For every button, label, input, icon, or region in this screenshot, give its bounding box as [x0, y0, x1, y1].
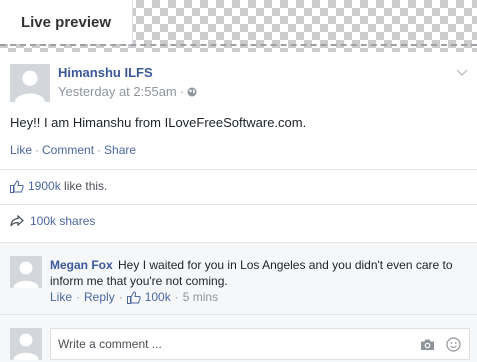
post-text: Hey!! I am Himanshu from ILoveFreeSoftwa…: [10, 115, 307, 130]
comment-author[interactable]: Megan Fox: [50, 258, 113, 272]
tab-divider: [0, 44, 477, 52]
post-header: Himanshu ILFS Yesterday at 2:55am ·: [10, 64, 470, 104]
divider: [0, 314, 477, 315]
comments-section: Megan Fox Hey I waited for you in Los An…: [0, 242, 477, 362]
shares-summary[interactable]: 100k shares: [10, 214, 95, 228]
tab-live-preview-label: Live preview: [20, 13, 112, 31]
divider: [0, 242, 477, 243]
live-preview-root: Live preview Himanshu ILFS Yesterday at …: [0, 0, 477, 362]
action-separator: ·: [76, 290, 81, 304]
divider: [0, 169, 477, 170]
meta-separator: ·: [179, 84, 185, 99]
comment-link[interactable]: Comment: [42, 143, 94, 157]
chevron-down-icon[interactable]: [456, 68, 468, 78]
comment-input-box[interactable]: [50, 328, 470, 360]
default-avatar-icon: [10, 256, 42, 288]
emoji-icon[interactable]: [446, 337, 461, 352]
post-card: Himanshu ILFS Yesterday at 2:55am · Hey!…: [0, 52, 477, 362]
default-avatar-icon: [11, 64, 49, 102]
share-link[interactable]: Share: [104, 143, 136, 157]
action-separator: ·: [35, 143, 40, 157]
avatar[interactable]: [10, 256, 42, 288]
avatar[interactable]: [10, 64, 50, 102]
comment-likes-count[interactable]: 100k: [145, 290, 171, 304]
comment-input[interactable]: [58, 337, 388, 351]
comment-body: Megan Fox Hey I waited for you in Los An…: [50, 257, 460, 289]
action-separator: ·: [174, 290, 179, 304]
likes-suffix: like this.: [64, 179, 108, 193]
post-author[interactable]: Himanshu ILFS: [58, 65, 153, 80]
comment-actions: Like · Reply · 100k · 5 mins: [50, 290, 218, 304]
post-meta: Yesterday at 2:55am ·: [58, 84, 197, 99]
likes-count[interactable]: 1900k: [28, 179, 61, 193]
divider: [0, 204, 477, 205]
comment-like-link[interactable]: Like: [50, 290, 72, 304]
likes-summary: 1900k like this.: [10, 179, 107, 193]
action-separator: ·: [97, 143, 102, 157]
shares-label: 100k shares: [30, 214, 96, 228]
comment-time[interactable]: 5 mins: [183, 290, 218, 304]
thumbs-up-icon: [126, 290, 141, 304]
camera-icon[interactable]: [420, 338, 435, 351]
default-avatar-icon: [10, 328, 42, 360]
share-arrow-icon: [10, 215, 24, 227]
action-separator: ·: [118, 290, 123, 304]
post-timestamp[interactable]: Yesterday at 2:55am: [58, 84, 177, 99]
comment-reply-link[interactable]: Reply: [84, 290, 115, 304]
tab-live-preview[interactable]: Live preview: [0, 0, 133, 44]
thumbs-up-icon: [10, 179, 24, 193]
post-actions: Like · Comment · Share: [10, 143, 136, 157]
like-link[interactable]: Like: [10, 143, 32, 157]
globe-icon[interactable]: [187, 87, 197, 97]
avatar: [10, 328, 42, 360]
